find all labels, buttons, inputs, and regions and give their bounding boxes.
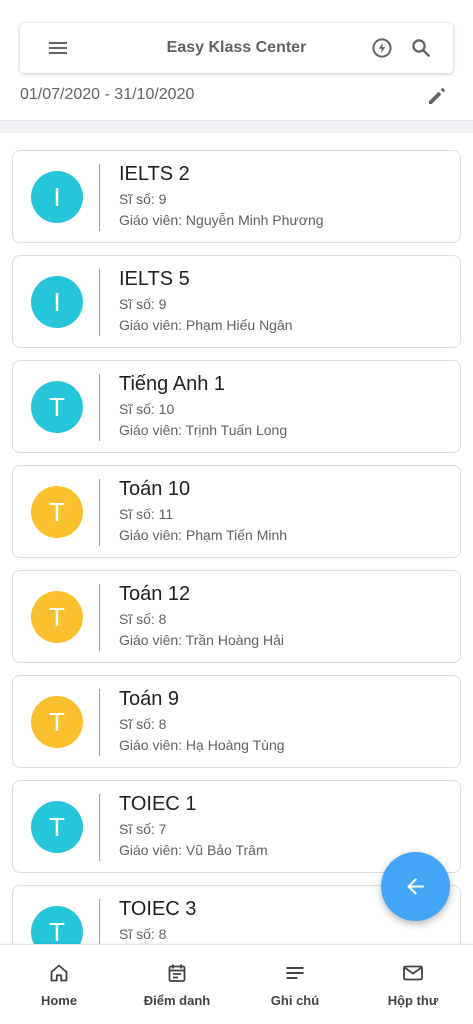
class-teacher: Giáo viên: Vũ Bảo Trâm <box>119 842 268 858</box>
class-card[interactable]: I IELTS 2 Sĩ số: 9 Giáo viên: Nguyễn Minh P… <box>12 150 461 243</box>
card-divider <box>99 899 100 944</box>
class-student-count: Sĩ số: 8 <box>119 611 167 627</box>
class-teacher: Giáo viên: Nguyễn Minh Phương <box>119 212 324 228</box>
class-name: TOIEC 1 <box>119 793 197 815</box>
class-teacher: Giáo viên: Phạm Hiếu Ngân <box>119 317 293 333</box>
nav-inbox-label: Hộp thư <box>387 993 439 1008</box>
nav-home[interactable]: Home <box>0 945 118 1024</box>
menu-icon[interactable] <box>46 36 70 60</box>
date-range-row: 01/07/2020 - 31/10/2020 <box>20 82 453 112</box>
class-card[interactable]: T Toán 12 Sĩ số: 8 Giáo viên: Trần Hoàng Hả… <box>12 570 461 663</box>
class-student-count: Sĩ số: 8 <box>119 716 167 732</box>
arrow-left-icon <box>407 878 424 895</box>
card-divider <box>99 164 100 231</box>
back-fab-button[interactable] <box>381 852 450 921</box>
bottom-navigation: Home Điểm danh Ghi chú Hộp thư <box>0 944 473 1024</box>
class-name: IELTS 2 <box>119 163 190 185</box>
class-student-count: Sĩ số: 7 <box>119 821 167 837</box>
class-avatar: T <box>31 381 83 433</box>
card-divider <box>99 584 100 651</box>
section-divider <box>0 120 473 133</box>
card-divider <box>99 479 100 546</box>
app-bar: Easy Klass Center <box>20 23 453 73</box>
card-divider <box>99 269 100 336</box>
nav-attendance[interactable]: Điểm danh <box>118 945 236 1024</box>
class-teacher: Giáo viên: Phạm Tiến Minh <box>119 527 288 543</box>
card-divider <box>99 374 100 441</box>
flash-icon[interactable] <box>370 36 394 60</box>
nav-notes[interactable]: Ghi chú <box>236 945 354 1024</box>
mail-icon <box>403 965 423 981</box>
nav-inbox[interactable]: Hộp thư <box>354 945 472 1024</box>
class-teacher: Giáo viên: Hạ Hoàng Tùng <box>119 737 285 753</box>
class-avatar: I <box>31 276 83 328</box>
nav-home-label: Home <box>40 993 78 1008</box>
class-card[interactable]: T Toán 10 Sĩ số: 11 Giáo viên: Phạm Tiến Mi… <box>12 465 461 558</box>
app-title: Easy Klass Center <box>166 39 307 56</box>
class-name: Toán 9 <box>119 688 180 710</box>
class-avatar: T <box>31 591 83 643</box>
class-teacher: Giáo viên: Trần Hoàng Hải <box>119 632 284 648</box>
class-student-count: Sĩ số: 10 <box>119 401 175 417</box>
class-name: IELTS 5 <box>119 268 190 290</box>
class-avatar: T <box>31 486 83 538</box>
notes-icon <box>286 967 304 979</box>
class-avatar: T <box>31 906 83 944</box>
class-student-count: Sĩ số: 8 <box>119 926 167 942</box>
class-name: Tiếng Anh 1 <box>119 373 226 395</box>
search-icon[interactable] <box>409 36 433 60</box>
class-list: I IELTS 2 Sĩ số: 9 Giáo viên: Nguyễn Minh P… <box>12 150 461 944</box>
class-student-count: Sĩ số: 11 <box>119 506 174 522</box>
calendar-icon <box>168 964 186 982</box>
card-divider <box>99 794 100 861</box>
class-avatar: T <box>31 696 83 748</box>
date-range: 01/07/2020 - 31/10/2020 <box>20 86 195 103</box>
class-student-count: Sĩ số: 9 <box>119 296 167 312</box>
class-avatar: I <box>31 171 83 223</box>
class-card[interactable]: T Toán 9 Sĩ số: 8 Giáo viên: Hạ Hoàng Tùng <box>12 675 461 768</box>
class-avatar: T <box>31 801 83 853</box>
edit-icon[interactable] <box>425 84 449 108</box>
class-name: TOIEC 3 <box>119 898 197 920</box>
class-student-count: Sĩ số: 9 <box>119 191 167 207</box>
nav-attendance-label: Điểm danh <box>143 993 211 1008</box>
class-name: Toán 12 <box>119 583 191 605</box>
class-card[interactable]: T Tiếng Anh 1 Sĩ số: 10 Giáo viên: Trịnh Tu… <box>12 360 461 453</box>
home-icon <box>50 964 68 982</box>
class-name: Toán 10 <box>119 478 191 500</box>
class-teacher: Giáo viên: Trịnh Tuấn Long <box>119 422 288 438</box>
nav-notes-label: Ghi chú <box>270 993 320 1008</box>
class-card[interactable]: I IELTS 5 Sĩ số: 9 Giáo viên: Phạm Hiếu Ngâ… <box>12 255 461 348</box>
card-divider <box>99 689 100 756</box>
